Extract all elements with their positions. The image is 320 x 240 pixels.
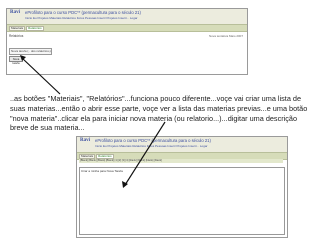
arrow-bottom [124,121,166,186]
annotation-arrows [20,55,166,188]
arrow-top-head [20,55,26,61]
arrow-top [21,57,61,95]
